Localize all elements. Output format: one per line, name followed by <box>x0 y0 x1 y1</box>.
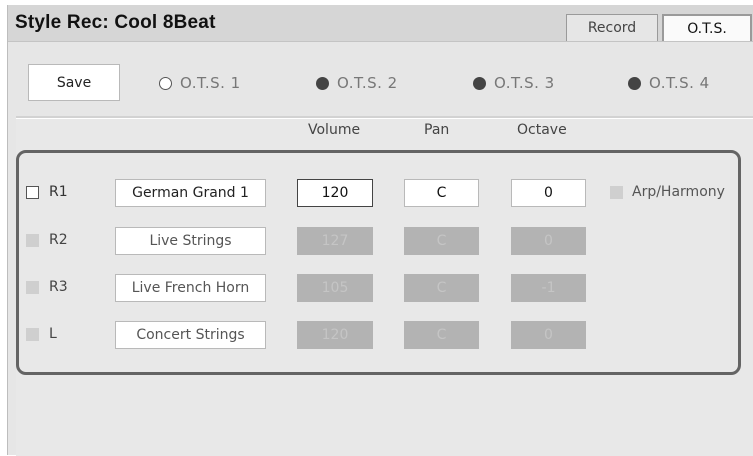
part-r1-pan-field[interactable]: C <box>404 179 479 207</box>
part-r2-volume-field[interactable]: 127 <box>297 227 373 255</box>
ots-3-filled-indicator-icon <box>473 76 486 90</box>
tab-ots[interactable]: O.T.S. <box>662 14 752 41</box>
ots-1-label: O.T.S. 1 <box>180 74 241 92</box>
ots-toolbar: Save O.T.S. 1 O.T.S. 2 O.T.S. 3 O.T.S. 4 <box>7 42 753 116</box>
column-header-octave: Octave <box>517 122 567 138</box>
part-r3-voice-button[interactable]: Live French Horn <box>115 274 266 302</box>
part-row-r1: R1 German Grand 1 120 C 0 Arp/Harmony <box>0 179 753 207</box>
part-l-label: L <box>49 326 57 342</box>
part-r2-pan-field[interactable]: C <box>404 227 479 255</box>
part-r2-label: R2 <box>49 232 68 248</box>
part-r1-label: R1 <box>49 184 68 200</box>
ots-4-filled-indicator-icon <box>628 76 641 90</box>
part-row-l: L Concert Strings 120 C 0 <box>0 321 753 349</box>
part-l-checkbox[interactable] <box>26 328 39 341</box>
part-r3-pan-field[interactable]: C <box>404 274 479 302</box>
part-r2-checkbox[interactable] <box>26 234 39 247</box>
part-l-voice-button[interactable]: Concert Strings <box>115 321 266 349</box>
part-r2-voice-button[interactable]: Live Strings <box>115 227 266 255</box>
part-l-volume-field[interactable]: 120 <box>297 321 373 349</box>
part-r3-volume-field[interactable]: 105 <box>297 274 373 302</box>
part-row-r2: R2 Live Strings 127 C 0 <box>0 227 753 255</box>
part-r1-voice-button[interactable]: German Grand 1 <box>115 179 266 207</box>
title-bar: Style Rec: Cool 8Beat Record O.T.S. <box>8 5 753 42</box>
ots-1-radio[interactable]: O.T.S. 1 <box>159 74 241 92</box>
tab-record[interactable]: Record <box>566 14 658 41</box>
part-r3-label: R3 <box>49 279 68 295</box>
ots-2-radio[interactable]: O.T.S. 2 <box>316 74 398 92</box>
part-r3-octave-field[interactable]: -1 <box>511 274 586 302</box>
arp-harmony-checkbox[interactable] <box>610 186 623 199</box>
ots-2-label: O.T.S. 2 <box>337 74 398 92</box>
part-r1-checkbox[interactable] <box>26 186 39 199</box>
ots-2-filled-indicator-icon <box>316 76 329 90</box>
arp-harmony-label: Arp/Harmony <box>632 184 725 200</box>
column-header-volume: Volume <box>308 122 361 138</box>
save-button[interactable]: Save <box>28 64 120 101</box>
page-title: Style Rec: Cool 8Beat <box>15 12 216 33</box>
ots-4-radio[interactable]: O.T.S. 4 <box>628 74 710 92</box>
part-l-pan-field[interactable]: C <box>404 321 479 349</box>
ots-4-label: O.T.S. 4 <box>649 74 710 92</box>
part-l-octave-field[interactable]: 0 <box>511 321 586 349</box>
column-header-pan: Pan <box>424 122 450 138</box>
ots-3-radio[interactable]: O.T.S. 3 <box>473 74 555 92</box>
part-row-r3: R3 Live French Horn 105 C -1 <box>0 274 753 302</box>
part-r2-octave-field[interactable]: 0 <box>511 227 586 255</box>
part-r1-volume-field[interactable]: 120 <box>297 179 373 207</box>
ots-3-label: O.T.S. 3 <box>494 74 555 92</box>
ots-1-empty-indicator-icon <box>159 76 172 90</box>
part-r1-octave-field[interactable]: 0 <box>511 179 586 207</box>
part-r3-checkbox[interactable] <box>26 281 39 294</box>
